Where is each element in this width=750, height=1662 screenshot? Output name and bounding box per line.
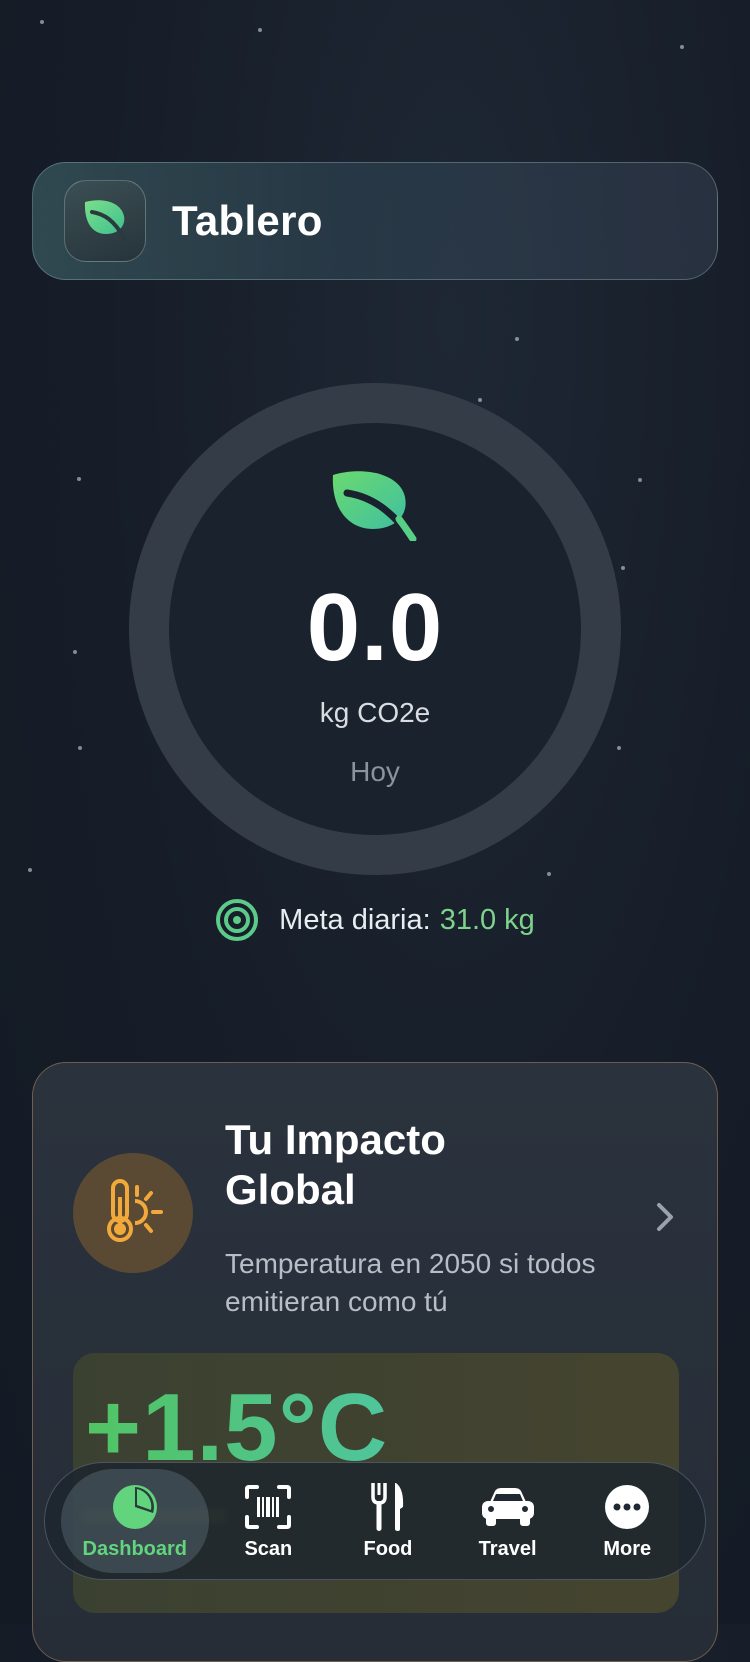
app-logo [64, 180, 146, 262]
background-star [77, 477, 81, 481]
tab-label: Dashboard [82, 1537, 187, 1560]
background-star [258, 28, 262, 32]
bottom-tab-bar: Dashboard Scan Food Travel More [44, 1462, 706, 1580]
more-icon [603, 1482, 651, 1532]
header-bar: Tablero [32, 162, 718, 280]
target-icon [215, 898, 259, 942]
impact-title: Tu Impacto Global [225, 1116, 446, 1213]
daily-goal: Meta diaria: 31.0 kg [0, 898, 750, 942]
chevron-right-icon [655, 1201, 675, 1233]
tab-label: Travel [478, 1537, 537, 1560]
emissions-unit: kg CO2e [319, 697, 431, 728]
tab-scan[interactable]: Scan [209, 1469, 329, 1573]
tab-dashboard[interactable]: Dashboard [61, 1469, 209, 1573]
background-star [638, 478, 642, 482]
tab-label: Scan [244, 1537, 293, 1560]
impact-icon-badge [73, 1153, 193, 1273]
page-title: Tablero [172, 197, 323, 244]
car-icon [480, 1482, 536, 1532]
tab-travel[interactable]: Travel [448, 1469, 568, 1573]
emissions-summary: 0.0 kg CO2e Hoy [129, 383, 621, 875]
thermometer-sun-icon [101, 1175, 165, 1252]
background-star [621, 566, 625, 570]
leaf-icon [329, 467, 421, 546]
background-star [28, 868, 32, 872]
leaf-icon [80, 196, 130, 247]
impact-subtitle: Temperatura en 2050 si todos emitieran c… [225, 1248, 596, 1317]
emissions-period: Hoy [350, 756, 400, 787]
background-star [73, 650, 77, 654]
background-star [515, 337, 519, 341]
emissions-value: 0.0 [306, 574, 444, 681]
tab-more[interactable]: More [567, 1469, 687, 1573]
tab-label: More [603, 1537, 652, 1560]
goal-value: 31.0 kg [439, 903, 535, 936]
background-star [78, 746, 82, 750]
background-star [40, 20, 44, 24]
tab-food[interactable]: Food [328, 1469, 448, 1573]
tab-label: Food [363, 1537, 413, 1560]
goal-label: Meta diaria: [279, 903, 431, 936]
background-star [680, 45, 684, 49]
fork-knife-icon [370, 1482, 406, 1532]
pie-chart-icon [111, 1482, 159, 1532]
barcode-scan-icon [245, 1482, 292, 1532]
